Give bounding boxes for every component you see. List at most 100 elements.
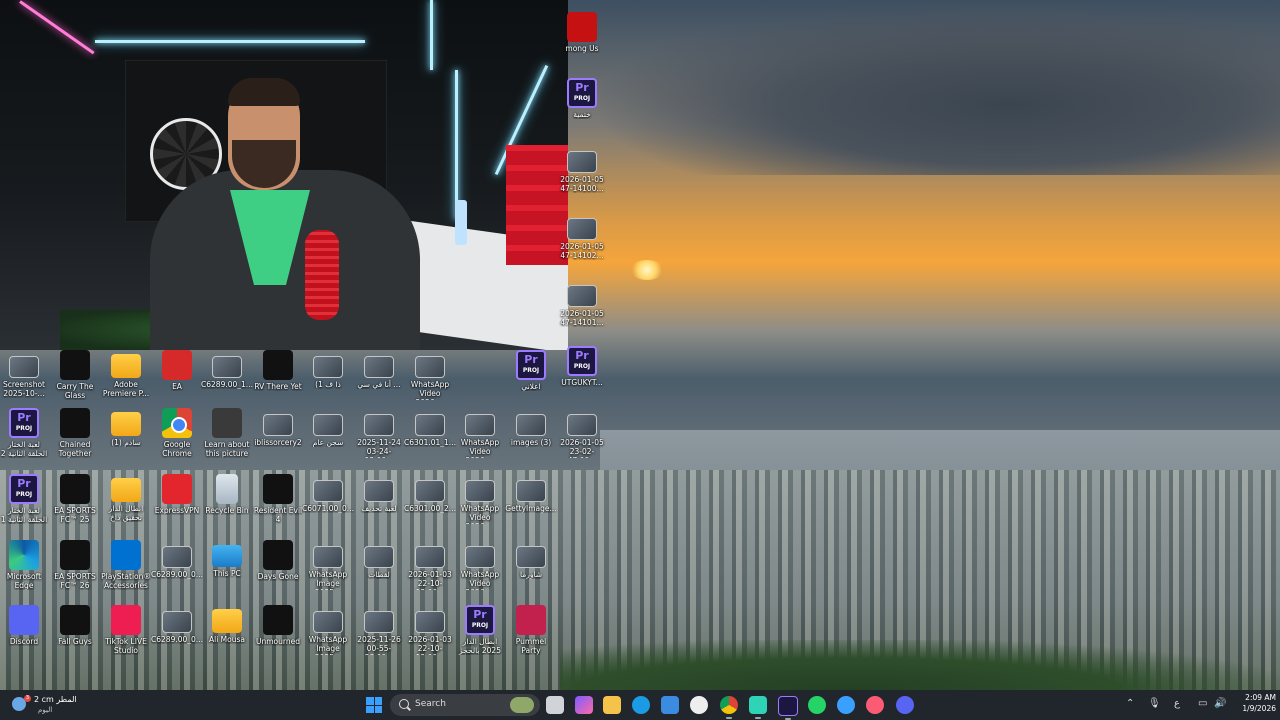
desktop-icon-label: Learn about this picture bbox=[204, 440, 250, 458]
weather-widget[interactable]: 3 2 cm المطر اليوم bbox=[8, 693, 88, 717]
desktop-icon[interactable]: WhatsApp Video 2026-... bbox=[454, 474, 506, 536]
desktop-icon[interactable]: 2026-01-05 23-02-47.00... bbox=[556, 408, 608, 470]
desktop-icon[interactable]: (ذا ف 1 bbox=[302, 350, 354, 412]
desktop-icon[interactable]: WhatsApp Video 2026-... bbox=[404, 350, 456, 412]
desktop-icon[interactable]: Adobe Premiere P... bbox=[100, 350, 152, 412]
ea-icon bbox=[162, 350, 192, 380]
neon-light bbox=[455, 70, 458, 220]
desktop-icon[interactable]: 2026-01-03 22-10-12.00... bbox=[404, 605, 456, 667]
desktop-icon[interactable]: Days Gone bbox=[252, 540, 304, 602]
image-file-icon bbox=[313, 546, 343, 568]
desktop-icon[interactable]: Pr PROJ ختمية bbox=[556, 78, 608, 140]
desktop-icon[interactable]: TikTok LIVE Studio bbox=[100, 605, 152, 667]
chrome-icon bbox=[162, 408, 192, 438]
microphone-icon[interactable]: 🎙 bbox=[1148, 698, 1161, 709]
desktop-icon[interactable]: 2025-11-26 00-55-28.00... bbox=[353, 605, 405, 667]
desktop-icon-label: سادم (1) bbox=[111, 438, 141, 447]
desktop-icon[interactable]: Pummel Party bbox=[505, 605, 557, 667]
desktop-icon[interactable]: Learn about this picture bbox=[201, 408, 253, 470]
desktop-icon[interactable]: لعبة تحديف bbox=[353, 474, 405, 536]
desktop-icon[interactable]: Pr PROJ لعبة الختار الحلقة الثانية 2 bbox=[0, 408, 50, 470]
desktop-icon[interactable]: سجن عام bbox=[302, 408, 354, 470]
task-view-icon[interactable] bbox=[546, 696, 564, 714]
desktop-icon[interactable]: Google Chrome bbox=[151, 408, 203, 470]
desktop-icon[interactable]: WhatsApp Image 2025... bbox=[302, 605, 354, 667]
discord-icon[interactable] bbox=[896, 696, 914, 714]
desktop-icon[interactable]: C6289.00_0... bbox=[151, 605, 203, 667]
image-file-icon bbox=[313, 480, 343, 502]
desktop-icon[interactable]: mong Us bbox=[556, 12, 608, 74]
file-explorer-icon[interactable] bbox=[603, 696, 621, 714]
desktop-icon[interactable]: C6301.00_2... bbox=[404, 474, 456, 536]
desktop-icon[interactable]: Discord bbox=[0, 605, 50, 667]
playstation-icon bbox=[111, 540, 141, 570]
desktop-icon[interactable]: ExpressVPN bbox=[151, 474, 203, 536]
desktop-icon[interactable]: PlayStation® Accessories bbox=[100, 540, 152, 602]
desktop-icon[interactable]: Pr PROJ اعلاني bbox=[505, 350, 557, 412]
desktop-icon[interactable]: Screenshot 2025-10-... bbox=[0, 350, 50, 412]
desktop-icon[interactable]: Resident Evil 4 bbox=[252, 474, 304, 536]
pin-icon[interactable] bbox=[690, 696, 708, 714]
premiere-icon[interactable] bbox=[778, 696, 798, 720]
desktop-icon[interactable]: RV There Yet bbox=[252, 350, 304, 412]
desktop-icon[interactable]: شاورما bbox=[505, 540, 557, 602]
desktop-icon[interactable]: Pr PROJ UTGUKYT... bbox=[556, 346, 608, 408]
desktop-icon[interactable]: Pr PROJ ابطال الدار 2025 بالحجز bbox=[454, 605, 506, 667]
chrome-icon[interactable] bbox=[720, 696, 738, 719]
desktop-icon[interactable]: ابطال الدار تحقيق داخ bbox=[100, 474, 152, 536]
desktop-icon[interactable]: Ali Mousa bbox=[201, 605, 253, 667]
desktop-icon[interactable]: Unmourned bbox=[252, 605, 304, 667]
desktop-icon[interactable]: images (3) bbox=[505, 408, 557, 470]
video-file-icon bbox=[313, 356, 343, 378]
desktop-icon[interactable]: C6071.00_0... bbox=[302, 474, 354, 536]
desktop-icon[interactable]: C6301.01_1... bbox=[404, 408, 456, 470]
desktop-icon[interactable]: Pr PROJ لعبة الختار الحلقة الثانية 1 bbox=[0, 474, 50, 536]
cloud-icon[interactable] bbox=[837, 696, 855, 714]
desktop-icon[interactable]: GettyImage... bbox=[505, 474, 557, 536]
desktop-icon[interactable]: This PC bbox=[201, 540, 253, 602]
desktop-icon[interactable]: C6289.00_0... bbox=[151, 540, 203, 602]
video-file-icon bbox=[465, 546, 495, 568]
store-icon[interactable] bbox=[661, 696, 679, 714]
desktop-icon[interactable]: C6289.00_1... bbox=[201, 350, 253, 412]
desktop-icon[interactable]: سادم (1) bbox=[100, 408, 152, 470]
desktop-icon[interactable]: EA SPORTS FC™ 25 bbox=[49, 474, 101, 536]
desktop-icon-label: GettyImage... bbox=[505, 504, 557, 513]
desktop-icon[interactable]: WhatsApp Video 2026-... bbox=[454, 408, 506, 470]
screen-recorder-icon[interactable] bbox=[749, 696, 767, 719]
edge-icon[interactable] bbox=[632, 696, 650, 714]
desktop-icon[interactable]: Microsoft Edge bbox=[0, 540, 50, 602]
desktop-icon[interactable]: EA SPORTS FC™ 26 bbox=[49, 540, 101, 602]
volume-icon[interactable]: 🔊 bbox=[1214, 698, 1226, 709]
desktop-icon[interactable]: Carry The Glass bbox=[49, 350, 101, 412]
start-button[interactable] bbox=[366, 697, 382, 713]
game-icon bbox=[263, 350, 293, 380]
itunes-icon[interactable] bbox=[866, 696, 884, 714]
network-icon[interactable]: ▭ bbox=[1198, 698, 1207, 709]
language-indicator[interactable]: ع bbox=[1174, 698, 1180, 709]
weather-desc: اليوم bbox=[38, 706, 53, 714]
desktop-icon[interactable]: أنا في سي ... bbox=[353, 350, 405, 412]
desktop-icon[interactable]: iblissorcery2 bbox=[252, 408, 304, 470]
clock[interactable]: 2:09 AM 1/9/2026 bbox=[1236, 692, 1276, 714]
desktop-icon[interactable]: 2025-11-24 03-24-12.00... bbox=[353, 408, 405, 470]
vpn-icon bbox=[162, 474, 192, 504]
copilot-icon[interactable] bbox=[575, 696, 593, 714]
desktop-icon[interactable]: لقطات bbox=[353, 540, 405, 602]
chevron-up-icon[interactable]: ⌃ bbox=[1126, 698, 1134, 709]
desktop-icon[interactable]: 2026-01-05 47-14102... bbox=[556, 212, 608, 274]
desktop-icon[interactable]: WhatsApp Image 2025... bbox=[302, 540, 354, 602]
desktop-icon[interactable]: Fall Guys bbox=[49, 605, 101, 667]
desktop-icon[interactable]: EA bbox=[151, 350, 203, 412]
desktop-icon[interactable]: Chained Together bbox=[49, 408, 101, 470]
desktop-icon[interactable]: WhatsApp Video 2026-... bbox=[454, 540, 506, 602]
search-box[interactable]: Search bbox=[390, 694, 540, 716]
desktop-icon-label: WhatsApp Video 2026-... bbox=[410, 380, 450, 400]
desktop-icon[interactable]: 2026-01-03 22-10-12.00... bbox=[404, 540, 456, 602]
whatsapp-icon[interactable] bbox=[808, 696, 826, 714]
desktop-icon[interactable]: 2026-01-05 47-14100... bbox=[556, 145, 608, 207]
image-file-icon bbox=[415, 611, 445, 633]
desktop-icon[interactable]: 2026-01-05 47-14101... bbox=[556, 279, 608, 341]
desktop-icon[interactable]: Recycle Bin bbox=[201, 474, 253, 536]
desktop-icon-label: 2025-11-26 00-55-28.00... bbox=[357, 635, 401, 655]
